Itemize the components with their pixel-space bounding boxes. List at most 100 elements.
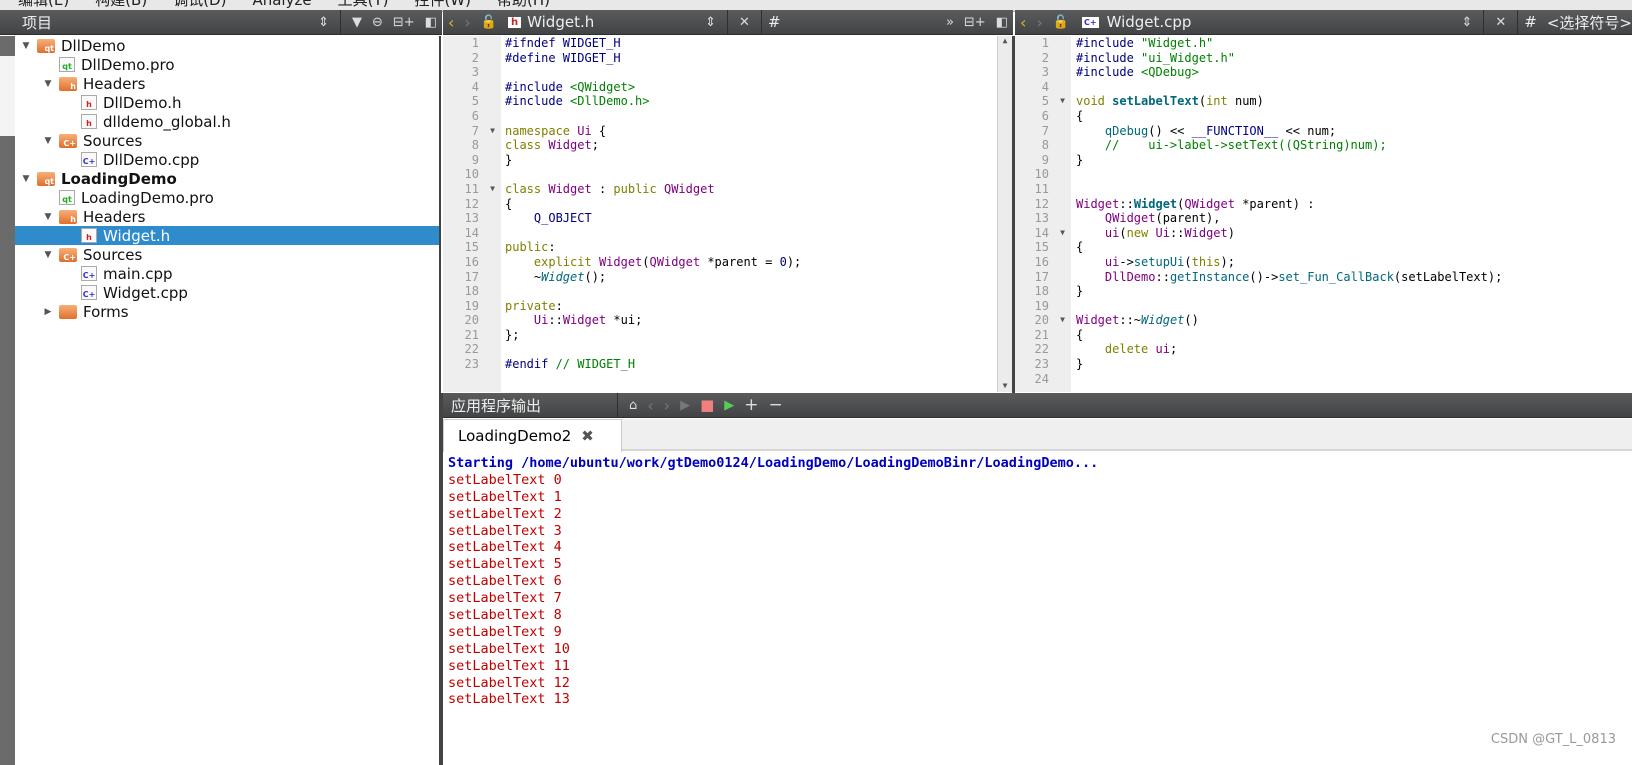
close-file-icon[interactable]: ✕ bbox=[1490, 15, 1511, 30]
tree-item-label: Sources bbox=[83, 245, 143, 264]
line-number: 3 bbox=[471, 65, 479, 80]
code-line: explicit Widget(QWidget *parent = 0); bbox=[505, 255, 801, 270]
clear-output-icon[interactable]: ⌂ bbox=[624, 398, 642, 413]
expand-arrow-icon[interactable]: ▼ bbox=[41, 212, 55, 222]
split-icon[interactable]: ⊟+ bbox=[959, 15, 991, 30]
back-icon[interactable]: ‹ bbox=[443, 13, 459, 32]
tree-item[interactable]: qt DllDemo.pro bbox=[15, 55, 439, 74]
link-icon[interactable]: ⊖ bbox=[367, 15, 388, 30]
tree-item[interactable]: h DllDemo.h bbox=[15, 93, 439, 112]
close-tab-icon[interactable]: ✖ bbox=[581, 427, 594, 445]
expand-arrow-icon[interactable]: ▶ bbox=[41, 307, 55, 317]
menu-item[interactable]: 帮助(H) bbox=[497, 0, 550, 10]
line-number: 4 bbox=[1041, 79, 1049, 94]
expand-arrow-icon[interactable]: ▼ bbox=[19, 174, 33, 184]
tree-item[interactable]: ▼ qt LoadingDemo bbox=[15, 169, 439, 188]
mode-sidebar-active[interactable] bbox=[0, 56, 15, 136]
line-number: 7 bbox=[1041, 123, 1049, 138]
expand-arrow-icon[interactable]: ▼ bbox=[41, 250, 55, 260]
output-tab[interactable]: LoadingDemo2 ✖ bbox=[443, 419, 622, 452]
vertical-scrollbar[interactable]: ▲ ▼ bbox=[997, 36, 1012, 392]
code-area[interactable]: #include "Widget.h" #include "ui_Widget.h… bbox=[1076, 36, 1502, 386]
tree-item[interactable]: C+ main.cpp bbox=[15, 264, 439, 283]
folder-icon bbox=[59, 304, 77, 319]
fold-marker-icon[interactable]: ▼ bbox=[490, 182, 495, 197]
tree-item[interactable]: h dlldemo_global.h bbox=[15, 112, 439, 131]
file-dropdown-icon[interactable]: ⇕ bbox=[1456, 15, 1477, 30]
code-token: { bbox=[1076, 327, 1084, 342]
menu-item[interactable]: Analyze bbox=[252, 0, 311, 9]
line-number: 23 bbox=[464, 357, 479, 372]
editor-widget-cpp[interactable]: 1 2 3 4 5 ▼ 6 7 8 9 10 11 12 13 14 ▼ 15 16 17 18 19 20 ▼ 21 22 23… bbox=[1015, 36, 1632, 392]
menu-item[interactable]: 编辑(E) bbox=[18, 0, 69, 10]
tree-item[interactable]: qt LoadingDemo.pro bbox=[15, 188, 439, 207]
tree-item-label: DllDemo.h bbox=[103, 93, 182, 112]
next-icon[interactable]: › bbox=[659, 396, 675, 415]
symbol-selector[interactable]: # bbox=[768, 13, 941, 31]
fold-marker-icon[interactable]: ▼ bbox=[1060, 313, 1065, 328]
code-token: namespace bbox=[505, 123, 578, 138]
code-line: } bbox=[1076, 357, 1502, 372]
menu-item[interactable]: 调试(D) bbox=[173, 0, 226, 10]
zoom-in-icon[interactable]: + bbox=[739, 395, 763, 415]
debug-run-icon[interactable]: ▶ bbox=[719, 398, 739, 413]
close-panel-icon[interactable]: ◧ bbox=[420, 15, 442, 30]
code-token: #endif bbox=[505, 357, 556, 372]
open-file-selector[interactable]: Widget.h bbox=[527, 13, 700, 31]
code-token: (); bbox=[584, 269, 607, 284]
split-icon[interactable]: ⊟+ bbox=[388, 15, 420, 30]
editor-widget-h[interactable]: 1 2 3 4 5 6 7 ▼ 8 9 10 11 ▼ 12 13 14 15 16 17 18 19 20 21 22 23 … bbox=[443, 36, 1013, 392]
code-token: ui bbox=[1155, 342, 1170, 357]
projects-header: 项目 ⇕ ▼ ⊖ ⊟+ ◧ bbox=[0, 9, 442, 35]
code-token: new bbox=[1126, 225, 1156, 240]
tree-item[interactable]: ▼ C+ Sources bbox=[15, 131, 439, 150]
open-file-selector[interactable]: Widget.cpp bbox=[1107, 13, 1457, 31]
tree-item[interactable]: ▶ Forms bbox=[15, 302, 439, 321]
forward-icon[interactable]: › bbox=[459, 13, 475, 32]
menu-item[interactable]: 构建(B) bbox=[95, 0, 147, 10]
code-token: Widget bbox=[598, 254, 643, 269]
zoom-out-icon[interactable]: − bbox=[764, 395, 788, 415]
output-header: 应用程序输出 ⌂ ‹ › ▶ ■ ▶ + − bbox=[443, 392, 1632, 418]
stop-icon[interactable]: ■ bbox=[695, 396, 719, 414]
code-token: DllDemo bbox=[1104, 269, 1156, 284]
expand-arrow-icon[interactable]: ▼ bbox=[19, 41, 33, 51]
code-line: ui->setupUi(this); bbox=[1076, 255, 1502, 270]
close-split-icon[interactable]: ◧ bbox=[991, 15, 1013, 30]
code-token: ) bbox=[1227, 225, 1235, 240]
code-token: QWidget bbox=[663, 181, 715, 196]
close-file-icon[interactable]: ✕ bbox=[734, 15, 755, 30]
run-icon[interactable]: ▶ bbox=[675, 398, 695, 413]
file-dropdown-icon[interactable]: ⇕ bbox=[700, 15, 721, 30]
tree-item[interactable]: C+ Widget.cpp bbox=[15, 283, 439, 302]
fold-marker-icon[interactable]: ▼ bbox=[1060, 226, 1065, 241]
view-selector-icon[interactable]: ⇕ bbox=[313, 15, 334, 30]
more-icon[interactable]: » bbox=[941, 15, 959, 30]
tree-item[interactable]: ▼ h Headers bbox=[15, 74, 439, 93]
symbol-selector[interactable]: <选择符号> bbox=[1547, 12, 1632, 33]
tree-item[interactable]: ▼ h Headers bbox=[15, 207, 439, 226]
tree-item[interactable]: h Widget.h bbox=[15, 226, 439, 245]
menu-item[interactable]: 工具(T) bbox=[338, 0, 389, 10]
expand-arrow-icon[interactable]: ▼ bbox=[41, 79, 55, 89]
fold-marker-icon[interactable]: ▼ bbox=[490, 124, 495, 139]
code-token: (parent), bbox=[1155, 211, 1221, 226]
prev-icon[interactable]: ‹ bbox=[642, 396, 658, 415]
expand-arrow-icon[interactable]: ▼ bbox=[41, 136, 55, 146]
tree-item[interactable]: ▼ C+ Sources bbox=[15, 245, 439, 264]
code-token: Ui bbox=[1155, 225, 1170, 240]
tree-item[interactable]: ▼ qt DllDemo bbox=[15, 36, 439, 55]
output-line: setLabelText 13 bbox=[448, 691, 570, 708]
code-line: ui(new Ui::Widget) bbox=[1076, 226, 1502, 241]
line-number-gutter: 1 2 3 4 5 6 7 ▼ 8 9 10 11 ▼ 12 13 14 15 16 17 18 19 20 21 22 23 bbox=[443, 36, 501, 392]
forward-icon[interactable]: › bbox=[1031, 13, 1047, 32]
code-area[interactable]: #ifndef WIDGET_H #define WIDGET_H #include… bbox=[505, 36, 801, 372]
code-token: explicit bbox=[533, 254, 599, 269]
back-icon[interactable]: ‹ bbox=[1015, 13, 1031, 32]
fold-marker-icon[interactable]: ▼ bbox=[1060, 94, 1065, 109]
output-line: Starting /home/ubuntu/work/gtDemo0124/Lo… bbox=[448, 455, 1099, 471]
tree-item[interactable]: C+ DllDemo.cpp bbox=[15, 150, 439, 169]
menu-item[interactable]: 控件(W) bbox=[414, 0, 471, 10]
filter-icon[interactable]: ▼ bbox=[347, 15, 367, 30]
output-line: setLabelText 8 bbox=[448, 607, 562, 624]
